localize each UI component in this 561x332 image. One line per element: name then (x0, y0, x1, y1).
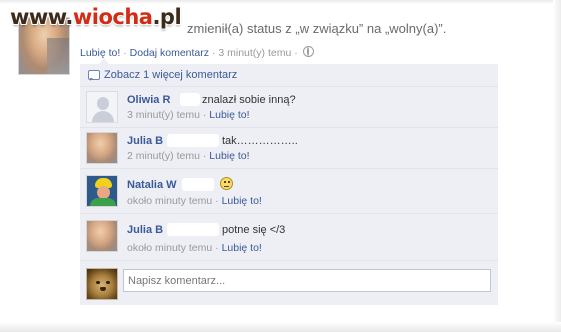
add-comment-link[interactable]: Dodaj komentarz (130, 47, 209, 59)
comment-like-link[interactable]: Lubię to! (222, 242, 262, 254)
redaction-patch (180, 93, 200, 106)
write-comment-row (80, 265, 498, 305)
page-top-edge (0, 0, 561, 4)
julia-avatar[interactable] (86, 132, 118, 164)
comment-time[interactable]: około minuty temu (127, 242, 212, 254)
watermark-suffix: .pl (152, 5, 182, 29)
meta-separator: · (202, 109, 207, 121)
comment-item: Natalia W około minuty temu · Lubię to! (80, 169, 498, 214)
comment-item: Julia B potne się </3 około minuty temu … (80, 214, 498, 261)
comment-item: Julia B tak…………….. 2 minut(y) temu · Lub… (80, 128, 498, 169)
comment-item: Oliwia R znalazł sobie inną? 3 minut(y) … (80, 87, 498, 128)
meta-separator: · (215, 242, 219, 254)
default-silhouette-avatar[interactable] (86, 91, 118, 123)
lion-eye (96, 281, 100, 284)
comment-text: znalazł sobie inną? (202, 94, 296, 106)
comment-meta: około minuty temu · Lubię to! (127, 195, 262, 207)
comment-author[interactable]: Oliwia R (127, 94, 170, 106)
post-timestamp[interactable]: 3 minut(y) temu (218, 47, 291, 59)
lion-eye (106, 281, 110, 284)
comment-author[interactable]: Julia B (127, 135, 163, 147)
watermark-brand: wiocha (72, 5, 153, 29)
meta-separator: · (294, 47, 298, 59)
comment-like-link[interactable]: Lubię to! (209, 109, 249, 121)
comment-meta: 2 minut(y) temu · Lubię to! (127, 150, 250, 162)
comment-time[interactable]: 2 minut(y) temu (127, 150, 200, 162)
comment-time[interactable]: około minuty temu (127, 195, 212, 207)
meta-separator: · (215, 195, 219, 207)
redaction-patch (167, 223, 219, 236)
silhouette-head (97, 97, 109, 110)
meta-separator: · (123, 47, 127, 59)
page-bottom-edge (0, 322, 561, 332)
comment-text: potne się </3 (222, 224, 286, 236)
speech-bubble-icon (88, 70, 100, 81)
comment-author[interactable]: Natalia W (127, 179, 177, 191)
silhouette-body (92, 111, 114, 122)
status-text: zmienił(a) status z „w związku” na „woln… (187, 21, 447, 36)
post-meta: Lubię to! · Dodaj komentarz · 3 minut(y)… (80, 46, 314, 59)
meta-separator: · (202, 150, 207, 162)
comment-text: tak…………….. (222, 135, 298, 147)
comment-panel: Zobacz 1 więcej komentarz Oliwia R znala… (80, 64, 498, 305)
julia-avatar[interactable] (86, 220, 118, 252)
comment-input[interactable] (123, 269, 491, 292)
comment-time[interactable]: 3 minut(y) temu (127, 109, 200, 121)
frown-emoticon-icon (220, 177, 233, 190)
site-watermark: www.wiocha.pl (10, 5, 182, 29)
comment-like-link[interactable]: Lubię to! (209, 150, 249, 162)
comment-like-link[interactable]: Lubię to! (222, 195, 262, 207)
view-more-comments[interactable]: Zobacz 1 więcej komentarz (80, 64, 498, 87)
lion-avatar[interactable] (86, 268, 118, 300)
page-right-edge (553, 0, 561, 332)
comment-meta: 3 minut(y) temu · Lubię to! (127, 109, 250, 121)
globe-icon (302, 46, 314, 57)
comment-meta: około minuty temu · Lubię to! (127, 242, 262, 254)
avatar-shade (47, 38, 69, 74)
lion-nose (100, 287, 106, 291)
watermark-prefix: www. (10, 5, 73, 29)
redaction-patch (167, 134, 219, 147)
view-more-comments-label[interactable]: Zobacz 1 więcej komentarz (104, 69, 237, 81)
natalia-avatar[interactable] (86, 175, 118, 207)
meta-separator: · (211, 47, 216, 59)
avatar-shirt (90, 198, 116, 206)
comment-author[interactable]: Julia B (127, 224, 163, 236)
redaction-patch (182, 178, 214, 191)
